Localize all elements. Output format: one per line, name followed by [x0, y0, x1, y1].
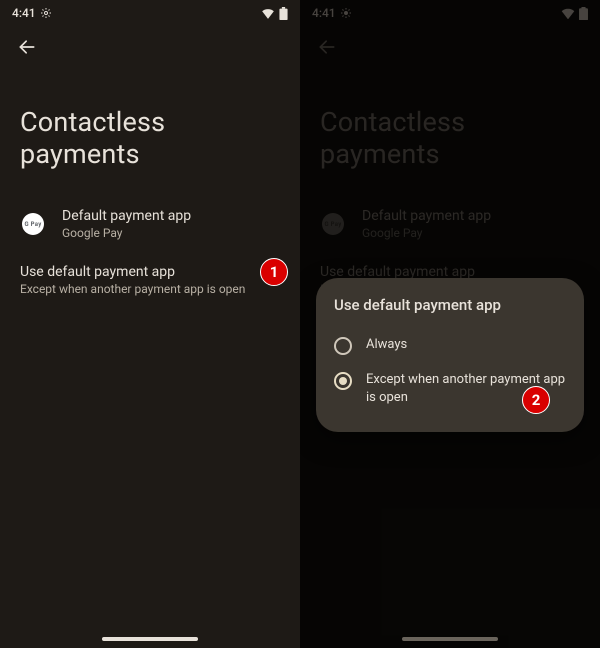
setting-use-default-payment-app[interactable]: Use default payment app Except when anot… — [0, 252, 300, 308]
notification-icon — [40, 7, 52, 19]
status-time: 4:41 — [12, 6, 36, 20]
back-button[interactable] — [10, 30, 44, 64]
setting-default-payment-app[interactable]: G Pay Default payment app Google Pay — [0, 196, 300, 252]
nav-pill[interactable] — [102, 637, 198, 641]
setting-value: Google Pay — [62, 226, 191, 240]
status-bar: 4:41 — [0, 0, 300, 26]
page-title: Contactless payments — [0, 68, 300, 196]
radio-selected-icon — [334, 372, 352, 390]
screen-left: 4:41 Contactless payments G Pay Default … — [0, 0, 300, 648]
battery-icon — [279, 7, 288, 20]
screen-right: 4:41 Contactless payments G Pay Default … — [300, 0, 600, 648]
annotation-badge-1: 1 — [260, 258, 288, 286]
setting-label: Use default payment app — [20, 264, 245, 280]
gpay-icon: G Pay — [22, 213, 44, 235]
setting-label: Default payment app — [62, 208, 191, 224]
annotation-badge-2: 2 — [522, 386, 550, 414]
radio-option-always[interactable]: Always — [334, 328, 566, 363]
app-bar — [0, 26, 300, 68]
radio-unselected-icon — [334, 337, 352, 355]
radio-label: Always — [366, 336, 566, 354]
setting-value: Except when another payment app is open — [20, 282, 245, 296]
dialog-title: Use default payment app — [334, 296, 566, 314]
nav-pill[interactable] — [402, 637, 498, 641]
wifi-icon — [261, 7, 275, 19]
